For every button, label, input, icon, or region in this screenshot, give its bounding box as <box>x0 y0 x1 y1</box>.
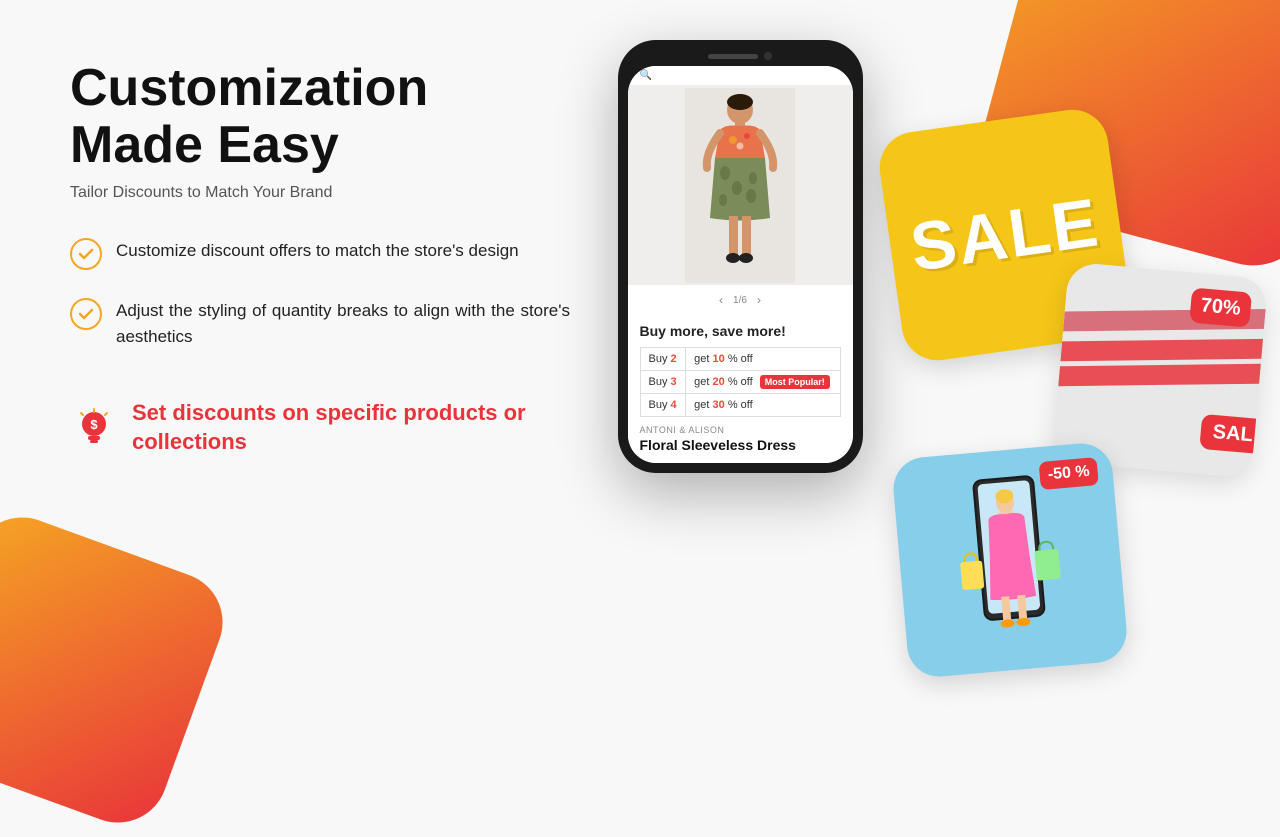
discount-3: get 30 % off <box>686 394 840 417</box>
discount-1: get 10 % off <box>686 348 840 371</box>
qty-label-1: Buy 2 <box>640 348 686 371</box>
product-details: Buy more, save more! Buy 2 get 10 % off … <box>628 315 853 463</box>
product-name: Floral Sleeveless Dress <box>640 437 841 453</box>
table-row: Buy 3 get 20 % off Most Popular! <box>640 371 840 394</box>
phone-mockup: 🔍 <box>618 40 863 473</box>
quantity-table: Buy 2 get 10 % off Buy 3 get 20 % off Mo… <box>640 347 841 417</box>
sal-badge: SAL <box>1199 414 1266 454</box>
sale-cards-container: SALE 70% SAL <box>880 110 1260 670</box>
product-image-area <box>628 85 853 285</box>
minus50-badge: -50 % <box>1039 457 1099 490</box>
left-panel: Customization Made Easy Tailor Discounts… <box>70 50 570 457</box>
discount-pct-3: 30 <box>713 399 725 411</box>
lightbulb-icon: $ <box>70 404 118 452</box>
next-arrow[interactable]: › <box>757 293 761 307</box>
phone-panel: 🔍 <box>600 50 880 473</box>
pct-badge-70: 70% <box>1189 287 1252 327</box>
product-figure <box>628 85 853 285</box>
content-wrapper: Customization Made Easy Tailor Discounts… <box>0 0 1280 720</box>
feature-text-1: Customize discount offers to match the s… <box>116 238 519 264</box>
check-icon-1 <box>70 238 102 270</box>
buy-more-title: Buy more, save more! <box>640 323 841 339</box>
qty-num-1: 2 <box>671 353 677 365</box>
discount-pct-1: 10 <box>713 353 725 365</box>
discount-pct-2: 20 <box>713 376 725 388</box>
table-row: Buy 2 get 10 % off <box>640 348 840 371</box>
highlight-text: Set discounts on specific products or co… <box>132 399 570 456</box>
right-panel: SALE 70% SAL <box>880 50 1260 670</box>
qty-label-2: Buy 3 <box>640 371 686 394</box>
prev-arrow[interactable]: ‹ <box>719 293 723 307</box>
product-brand: Antoni & Alison <box>640 425 841 435</box>
zoom-icon: 🔍 <box>640 70 652 81</box>
shopping-girl-svg <box>932 462 1088 658</box>
highlight-item: $ Set discounts on specific products or … <box>70 399 570 456</box>
image-nav: ‹ 1/6 › <box>628 285 853 315</box>
qty-num-2: 3 <box>671 376 677 388</box>
page-title: Customization Made Easy <box>70 60 570 174</box>
feature-item-1: Customize discount offers to match the s… <box>70 238 570 270</box>
phone-speaker <box>708 54 758 59</box>
check-icon-2 <box>70 298 102 330</box>
phone-screen: 🔍 <box>628 66 853 463</box>
dress-figure-svg <box>685 88 795 283</box>
discount-2: get 20 % off Most Popular! <box>686 371 840 394</box>
phone-notch <box>628 52 853 60</box>
phone-camera <box>764 52 772 60</box>
table-row: Buy 4 get 30 % off <box>640 394 840 417</box>
sale-card-shopping: -50 % <box>891 441 1129 679</box>
qty-label-3: Buy 4 <box>640 394 686 417</box>
nav-counter: 1/6 <box>733 295 747 306</box>
page-subtitle: Tailor Discounts to Match Your Brand <box>70 184 570 202</box>
qty-num-3: 4 <box>671 399 677 411</box>
feature-text-2: Adjust the styling of quantity breaks to… <box>116 298 570 349</box>
phone-status-bar: 🔍 <box>628 66 853 85</box>
popular-badge: Most Popular! <box>760 375 830 389</box>
feature-item-2: Adjust the styling of quantity breaks to… <box>70 298 570 349</box>
svg-text:$: $ <box>90 417 98 432</box>
